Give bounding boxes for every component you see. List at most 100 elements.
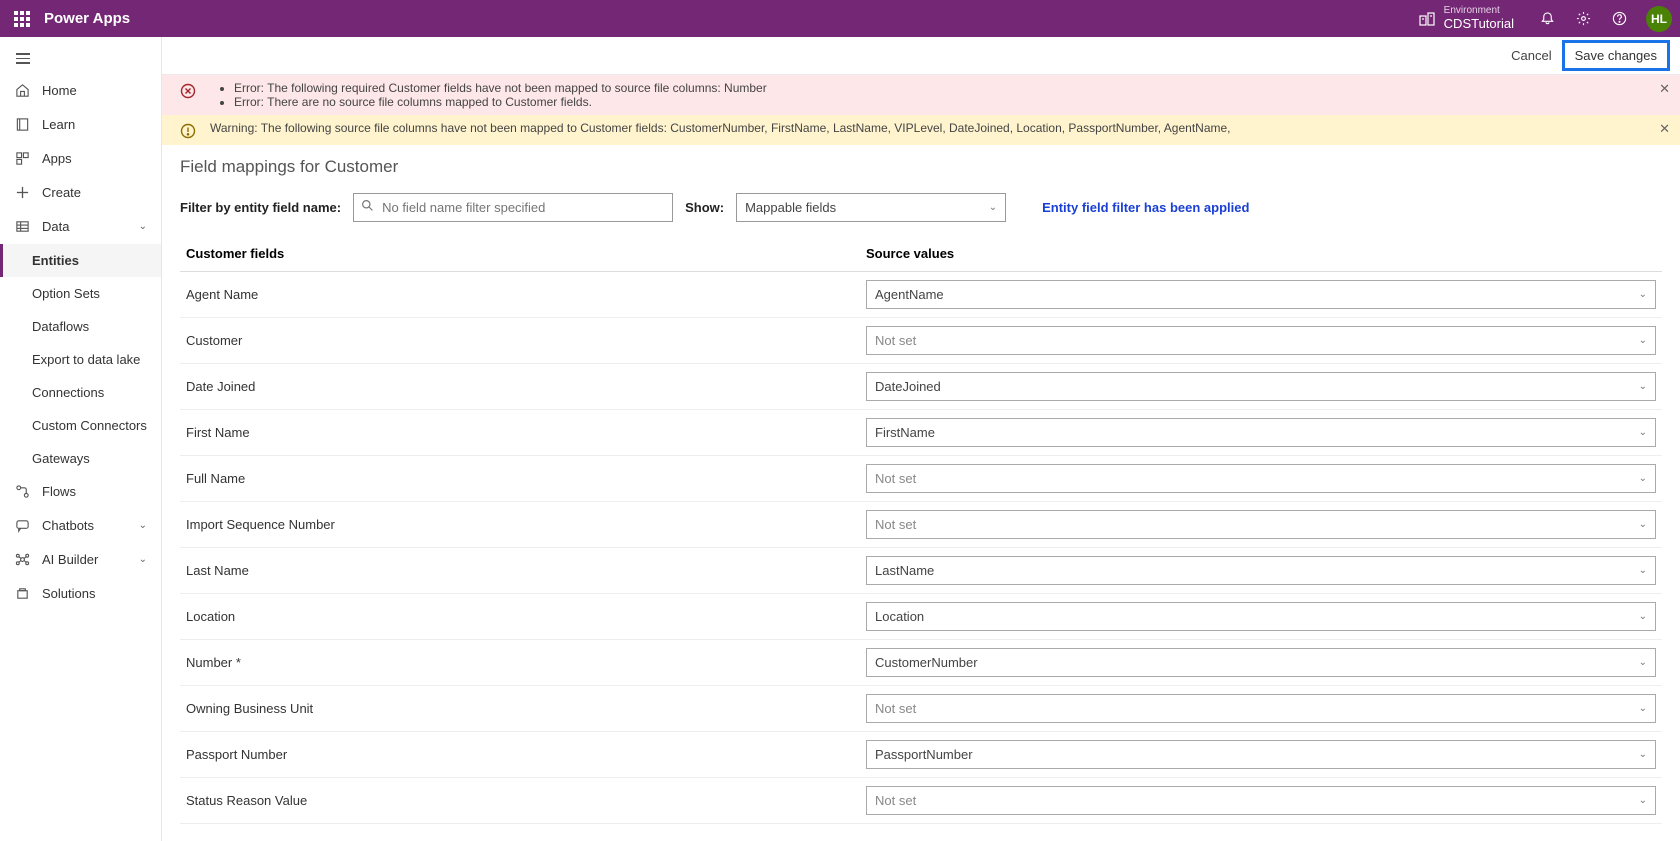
field-name: Passport Number [186, 747, 866, 762]
sidebar-item-label: Data [42, 219, 69, 234]
col-source-values: Source values [866, 246, 1656, 261]
sidebar-item-solutions[interactable]: Solutions [0, 577, 161, 611]
sidebar-item-create[interactable]: Create [0, 176, 161, 210]
chevron-down-icon: ⌄ [1639, 611, 1647, 622]
sidebar-item-ai-builder[interactable]: AI Builder⌄ [0, 543, 161, 577]
chevron-down-icon: ⌄ [139, 554, 147, 565]
source-value-dropdown[interactable]: LastName ⌄ [866, 556, 1656, 585]
error-alert: Error: The following required Customer f… [162, 75, 1680, 115]
field-name: Import Sequence Number [186, 517, 866, 532]
source-value-dropdown[interactable]: DateJoined⌄ [866, 372, 1656, 401]
sidebar-item-connections[interactable]: Connections [0, 376, 161, 409]
sidebar-item-gateways[interactable]: Gateways [0, 442, 161, 475]
grid-icon [14, 219, 30, 235]
source-value: CustomerNumber [875, 655, 978, 670]
source-value-dropdown[interactable]: CustomerNumber ⌄ [866, 648, 1656, 677]
error-icon [180, 83, 196, 99]
sidebar-item-apps[interactable]: Apps [0, 142, 161, 176]
mapping-row: First NameFirstName⌄ [180, 410, 1662, 456]
source-value-dropdown[interactable]: Not set ⌄ [866, 510, 1656, 539]
field-name: First Name [186, 425, 866, 440]
chevron-down-icon: ⌄ [1639, 657, 1647, 668]
sidebar-item-label: Create [42, 185, 81, 200]
mapping-row: Full NameNot set⌄ [180, 456, 1662, 502]
sidebar-item-label: Gateways [32, 451, 90, 466]
sidebar-item-entities[interactable]: Entities [0, 244, 161, 277]
mapping-row: Owning Business Unit Not set ⌄ [180, 686, 1662, 732]
chevron-down-icon: ⌄ [1639, 565, 1647, 576]
error-item: Error: The following required Customer f… [234, 81, 767, 95]
book-icon [14, 117, 30, 133]
sidebar-item-chatbots[interactable]: Chatbots⌄ [0, 509, 161, 543]
source-value: Not set [875, 471, 916, 486]
sidebar-item-label: Apps [42, 151, 72, 166]
sidebar-item-custom-connectors[interactable]: Custom Connectors [0, 409, 161, 442]
source-value: LastName [875, 563, 934, 578]
source-value-dropdown[interactable]: Not set ⌄ [866, 464, 1656, 493]
source-value: Not set [875, 793, 916, 808]
sidebar-item-home[interactable]: Home [0, 74, 161, 108]
chevron-down-icon: ⌄ [1639, 381, 1647, 392]
field-name: Agent Name [186, 287, 866, 302]
field-name: Owning Business Unit [186, 701, 866, 716]
source-value-dropdown[interactable]: Not set⌄ [866, 326, 1656, 355]
sidebar-item-label: Solutions [42, 586, 95, 601]
source-value-dropdown[interactable]: Not set ⌄ [866, 786, 1656, 815]
chevron-down-icon: ⌄ [1639, 703, 1647, 714]
sidebar-item-export-to-data-lake[interactable]: Export to data lake [0, 343, 161, 376]
flow-icon [14, 484, 30, 500]
mapping-row: Passport NumberPassportNumber⌄ [180, 732, 1662, 778]
field-name-filter-input[interactable] [353, 193, 673, 222]
show-dropdown[interactable]: Mappable fields ⌄ [736, 193, 1006, 222]
sidebar: HomeLearnAppsCreateData⌄EntitiesOption S… [0, 37, 162, 841]
source-value-dropdown[interactable]: AgentName⌄ [866, 280, 1656, 309]
waffle-icon[interactable] [14, 11, 30, 27]
chevron-down-icon: ⌄ [1639, 473, 1647, 484]
environment-name: CDSTutorial [1444, 17, 1514, 32]
sidebar-item-option-sets[interactable]: Option Sets [0, 277, 161, 310]
sidebar-item-flows[interactable]: Flows [0, 475, 161, 509]
close-icon[interactable]: ✕ [1659, 121, 1670, 137]
source-value-dropdown[interactable]: FirstName⌄ [866, 418, 1656, 447]
table-header: Customer fields Source values [180, 242, 1662, 272]
source-value: Not set [875, 333, 916, 348]
source-value: Not set [875, 701, 916, 716]
environment-picker[interactable]: Environment CDSTutorial [1418, 5, 1514, 31]
notifications-icon[interactable] [1538, 10, 1556, 28]
sidebar-item-label: Option Sets [32, 286, 100, 301]
sidebar-item-data[interactable]: Data⌄ [0, 210, 161, 244]
source-value-dropdown[interactable]: Location ⌄ [866, 602, 1656, 631]
chevron-down-icon: ⌄ [1639, 427, 1647, 438]
field-name: Last Name [186, 563, 866, 578]
mapping-row: Status Reason ValueNot set⌄ [180, 778, 1662, 824]
help-icon[interactable] [1610, 10, 1628, 28]
sidebar-item-label: Entities [32, 253, 79, 268]
sidebar-item-label: Export to data lake [32, 352, 140, 367]
sidebar-item-label: Dataflows [32, 319, 89, 334]
source-value: Location [875, 609, 924, 624]
chevron-down-icon: ⌄ [1639, 289, 1647, 300]
action-bar: Cancel Save changes [162, 37, 1680, 75]
menu-toggle-icon[interactable] [0, 43, 161, 74]
sidebar-item-dataflows[interactable]: Dataflows [0, 310, 161, 343]
field-name: Number * [186, 655, 866, 670]
source-value-dropdown[interactable]: Not set ⌄ [866, 694, 1656, 723]
sidebar-item-learn[interactable]: Learn [0, 108, 161, 142]
source-value-dropdown[interactable]: PassportNumber⌄ [866, 740, 1656, 769]
save-changes-button[interactable]: Save changes [1562, 40, 1670, 71]
home-icon [14, 83, 30, 99]
chevron-down-icon: ⌄ [1639, 795, 1647, 806]
warning-alert: Warning: The following source file colum… [162, 115, 1680, 145]
source-value: Not set [875, 517, 916, 532]
source-value: PassportNumber [875, 747, 973, 762]
avatar[interactable]: HL [1646, 6, 1672, 32]
mapping-row: Import Sequence Number Not set ⌄ [180, 502, 1662, 548]
chevron-down-icon: ⌄ [1639, 519, 1647, 530]
mapping-row: Last Name LastName ⌄ [180, 548, 1662, 594]
close-icon[interactable]: ✕ [1659, 81, 1670, 97]
page-title: Field mappings for Customer [180, 157, 1662, 177]
settings-icon[interactable] [1574, 10, 1592, 28]
cancel-button[interactable]: Cancel [1501, 42, 1561, 69]
sidebar-item-label: Flows [42, 484, 76, 499]
sidebar-item-label: Learn [42, 117, 75, 132]
